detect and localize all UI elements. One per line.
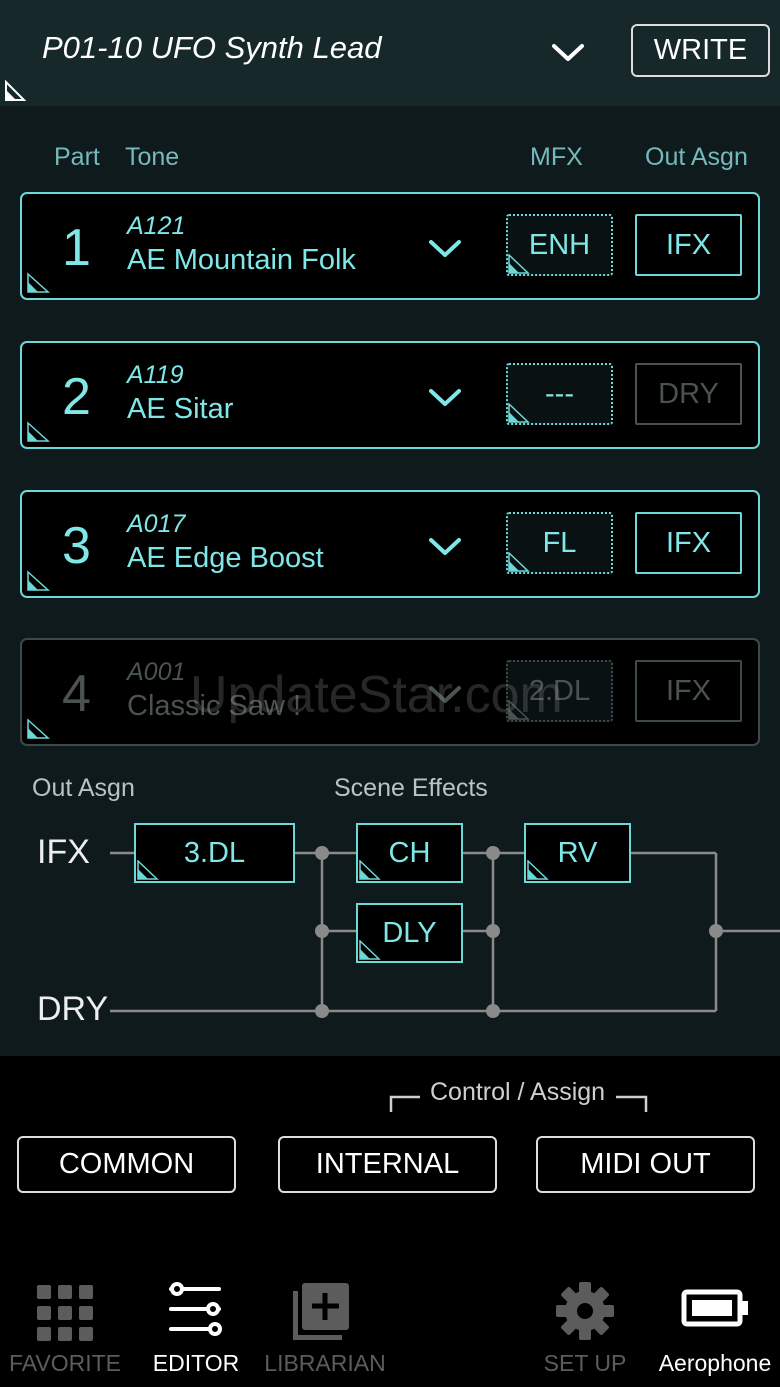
top-bar: P01-10 UFO Synth Lead WRITE xyxy=(0,0,780,106)
ifx-label: IFX xyxy=(37,833,90,871)
column-header-tone: Tone xyxy=(125,143,180,171)
internal-button[interactable]: INTERNAL xyxy=(278,1136,497,1193)
chevron-down-icon[interactable] xyxy=(427,232,463,264)
corner-menu-icon xyxy=(508,254,530,274)
part-row-1[interactable]: 1 A121 AE Mountain Folk ENH IFX xyxy=(20,192,760,300)
tone-name: AE Edge Boost xyxy=(127,542,324,574)
tone-code: A121 xyxy=(127,212,186,240)
tone-code: A001 xyxy=(127,658,186,686)
chevron-down-icon[interactable] xyxy=(427,381,463,413)
nav-favorite[interactable]: FAVORITE xyxy=(0,1275,130,1387)
library-add-icon xyxy=(293,1283,349,1340)
corner-menu-icon[interactable] xyxy=(26,272,50,294)
scene-effects-label: Scene Effects xyxy=(334,774,488,802)
control-assign-label: Control / Assign xyxy=(430,1078,606,1106)
column-header-out-asgn: Out Asgn xyxy=(645,143,748,171)
nav-label: Aerophone xyxy=(658,1350,772,1376)
out-asgn-section-label: Out Asgn xyxy=(32,774,135,802)
out-assign-button[interactable]: IFX xyxy=(635,512,742,574)
nav-setup[interactable]: SET UP xyxy=(520,1275,650,1387)
out-assign-button[interactable]: IFX xyxy=(635,660,742,722)
tone-name: AE Sitar xyxy=(127,393,234,425)
tone-code: A017 xyxy=(127,510,186,538)
chevron-down-icon[interactable] xyxy=(427,530,463,562)
tone-code: A119 xyxy=(127,361,184,389)
corner-menu-icon[interactable] xyxy=(4,80,26,102)
tone-name: AE Mountain Folk xyxy=(127,244,356,276)
watermark: UpdateStar.com xyxy=(190,666,563,724)
write-button[interactable]: WRITE xyxy=(631,24,770,77)
column-header-mfx: MFX xyxy=(530,143,583,171)
grid-icon xyxy=(37,1285,93,1341)
chevron-down-icon[interactable] xyxy=(548,34,588,70)
column-header-part: Part xyxy=(54,143,100,171)
corner-menu-icon xyxy=(359,860,381,880)
out-assign-button[interactable]: DRY xyxy=(635,363,742,425)
corner-menu-icon xyxy=(527,860,549,880)
corner-menu-icon xyxy=(137,860,159,880)
dry-label: DRY xyxy=(37,990,109,1028)
nav-label: SET UP xyxy=(543,1350,627,1376)
patch-name[interactable]: P01-10 UFO Synth Lead xyxy=(42,30,381,66)
nav-editor[interactable]: EDITOR xyxy=(131,1275,261,1387)
corner-menu-icon[interactable] xyxy=(26,718,50,740)
nav-librarian[interactable]: LIBRARIAN xyxy=(260,1275,390,1387)
corner-menu-icon[interactable] xyxy=(26,421,50,443)
part-number: 1 xyxy=(62,219,91,277)
part-number: 2 xyxy=(62,368,91,426)
midi-out-button[interactable]: MIDI OUT xyxy=(536,1136,755,1193)
part-row-2[interactable]: 2 A119 AE Sitar --- DRY xyxy=(20,341,760,449)
corner-menu-icon xyxy=(359,940,381,960)
gear-icon xyxy=(556,1282,614,1340)
nav-label: LIBRARIAN xyxy=(264,1350,386,1376)
battery-icon xyxy=(681,1289,748,1327)
nav-aerophone[interactable]: Aerophone xyxy=(650,1275,780,1387)
corner-menu-icon[interactable] xyxy=(26,570,50,592)
nav-label: EDITOR xyxy=(152,1350,240,1376)
corner-menu-icon xyxy=(508,403,530,423)
nav-label: FAVORITE xyxy=(8,1350,122,1376)
corner-menu-icon xyxy=(508,552,530,572)
sliders-icon xyxy=(169,1282,222,1336)
part-number: 3 xyxy=(62,517,91,575)
common-button[interactable]: COMMON xyxy=(17,1136,236,1193)
out-assign-button[interactable]: IFX xyxy=(635,214,742,276)
part-number: 4 xyxy=(62,665,91,723)
part-row-3[interactable]: 3 A017 AE Edge Boost FL IFX xyxy=(20,490,760,598)
